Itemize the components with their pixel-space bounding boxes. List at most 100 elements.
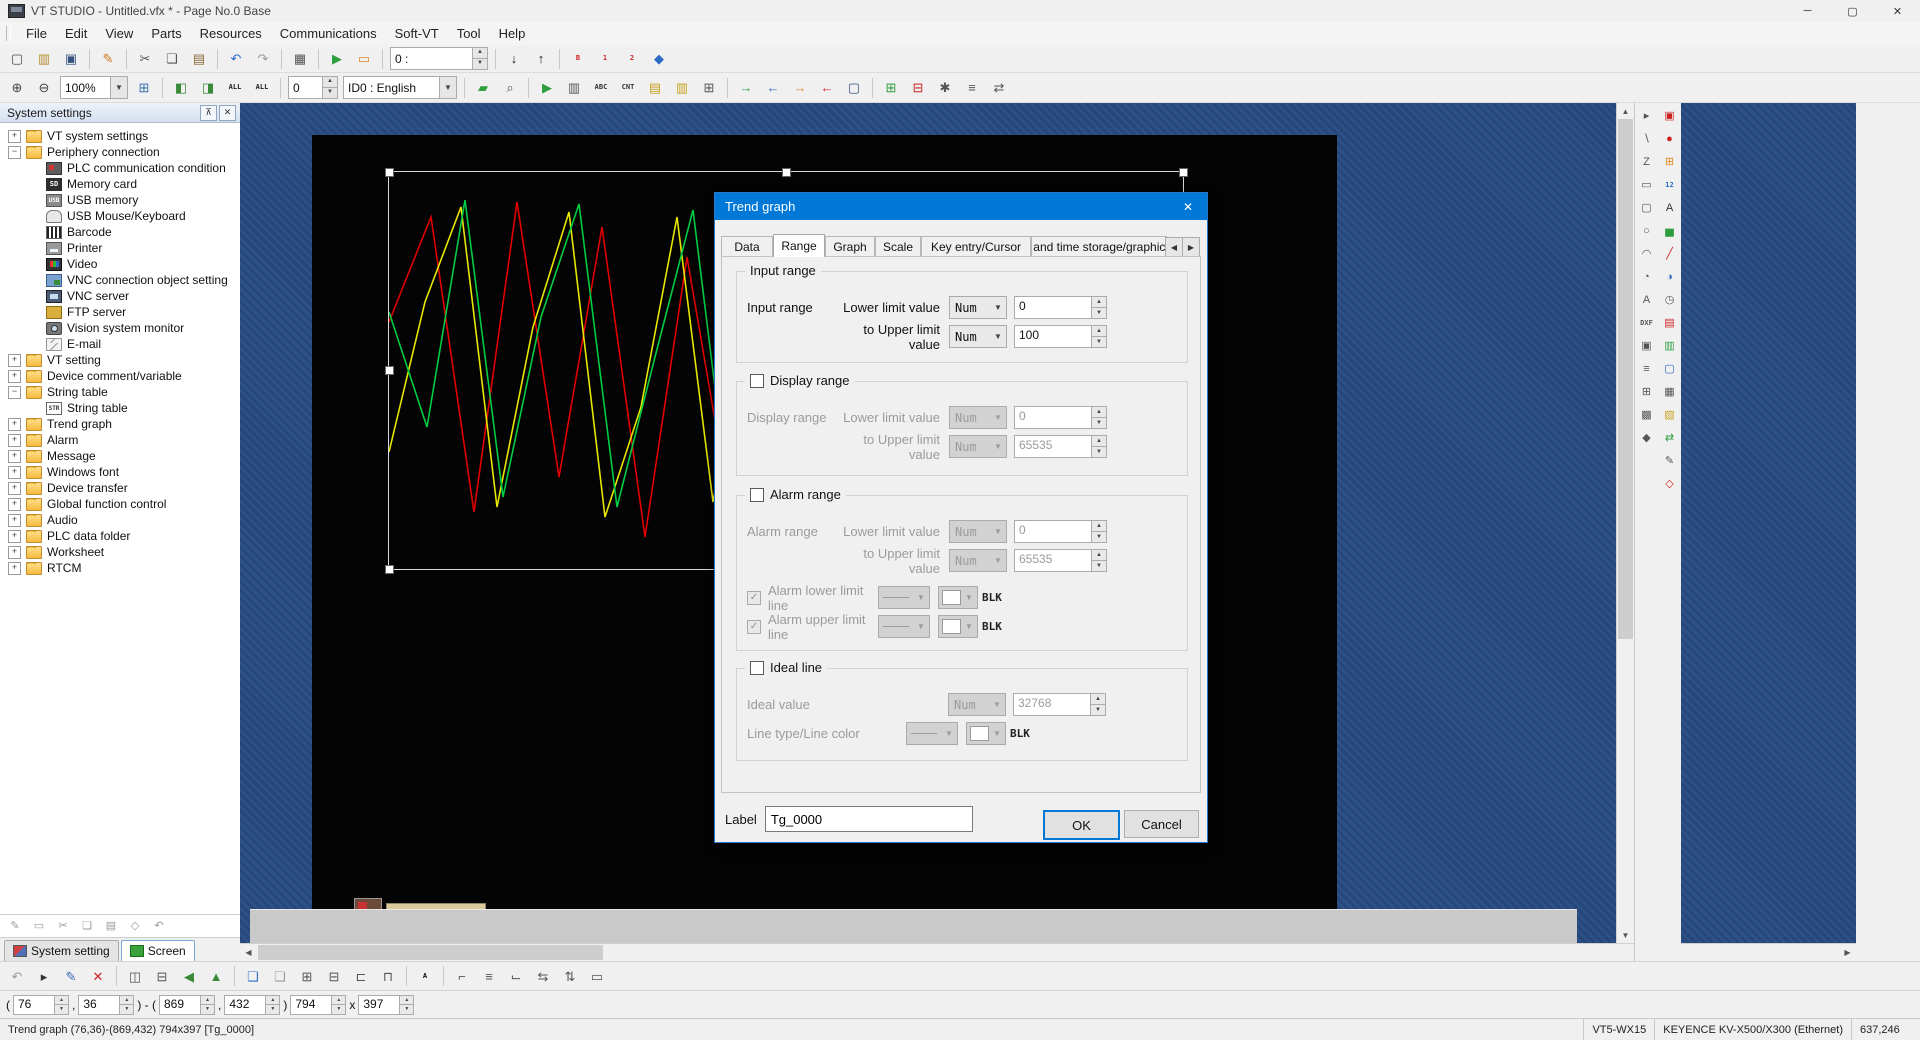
horizontal-scrollbar[interactable]: ◀ ▶ — [240, 943, 1856, 961]
vertical-scrollbar[interactable]: ▲ ▼ — [1616, 103, 1635, 943]
language-select-dropdown-icon[interactable]: ▼ — [439, 77, 456, 98]
coord-height-field[interactable]: 397▲▼ — [358, 995, 414, 1015]
maximize-button[interactable]: ▢ — [1830, 0, 1875, 22]
edit-screen-icon[interactable]: ✎ — [95, 46, 121, 71]
ideal-line-checkbox[interactable] — [750, 661, 764, 675]
input-lower-value-field[interactable]: 0▲▼ — [1014, 296, 1107, 319]
tree-item-vnc-connection-object-setting[interactable]: VNC connection object setting — [0, 272, 240, 288]
tree-item-memory-card[interactable]: Memory card — [0, 176, 240, 192]
counter-icon[interactable]: CNT — [615, 75, 641, 100]
menu-resources[interactable]: Resources — [191, 24, 271, 43]
poly-tool-icon[interactable]: ◆ — [1635, 427, 1658, 449]
tree-item-vnc-server[interactable]: VNC server — [0, 288, 240, 304]
tree-item-global-function-control[interactable]: +Global function control — [0, 496, 240, 512]
tree-expander-icon[interactable]: − — [8, 386, 21, 399]
input-lower-type-select[interactable]: Num▼ — [949, 296, 1007, 319]
panel-tool-icon-3[interactable]: ✂ — [52, 916, 74, 937]
tree-expander-icon[interactable]: + — [8, 354, 21, 367]
match-size-icon[interactable]: ▭ — [584, 964, 610, 989]
rect-tool-icon[interactable]: ▭ — [1635, 174, 1658, 196]
tree-item-plc-data-folder[interactable]: +PLC data folder — [0, 528, 240, 544]
tab-system-setting[interactable]: System setting — [4, 940, 119, 961]
tree-expander-icon[interactable]: + — [8, 466, 21, 479]
menu-view[interactable]: View — [96, 24, 142, 43]
input-upper-value-field[interactable]: 100▲▼ — [1014, 325, 1107, 348]
save-icon[interactable]: ▣ — [58, 46, 84, 71]
rounded-rect-tool-icon[interactable]: ▢ — [1635, 197, 1658, 219]
align-center-icon[interactable]: ⊓ — [375, 964, 401, 989]
fit-page-icon[interactable]: ◨ — [195, 75, 221, 100]
page-select[interactable]: 0 :▲▼ — [390, 47, 488, 70]
menu-tool[interactable]: Tool — [448, 24, 490, 43]
tree-item-alarm[interactable]: +Alarm — [0, 432, 240, 448]
tree-item-usb-memory[interactable]: USB memory — [0, 192, 240, 208]
tree-item-trend-graph[interactable]: +Trend graph — [0, 416, 240, 432]
line-tool-icon[interactable]: ∖ — [1635, 128, 1658, 150]
tree-item-video[interactable]: Video — [0, 256, 240, 272]
tree-expander-icon[interactable]: − — [8, 146, 21, 159]
box-add-icon[interactable]: ⊞ — [878, 75, 904, 100]
table-tool-icon[interactable]: ⊞ — [1635, 381, 1658, 403]
align-middle-icon[interactable]: ≡ — [476, 964, 502, 989]
menu-file[interactable]: File — [17, 24, 56, 43]
coord-x1-field[interactable]: 76▲▼ — [13, 995, 69, 1015]
selection-handle[interactable] — [385, 366, 394, 375]
zoom-level-select[interactable]: 100%▼ — [60, 76, 128, 99]
tree-item-worksheet[interactable]: +Worksheet — [0, 544, 240, 560]
flag-icon[interactable]: ▰ — [470, 75, 496, 100]
tree-expander-icon[interactable]: + — [8, 130, 21, 143]
polyline-tool-icon[interactable]: Z — [1635, 151, 1658, 173]
tree-expander-icon[interactable]: + — [8, 370, 21, 383]
distribute-v-icon[interactable]: ⇅ — [557, 964, 583, 989]
selection-handle[interactable] — [385, 168, 394, 177]
window-base-icon[interactable]: B — [565, 46, 591, 71]
bring-front-icon[interactable]: ❏ — [240, 964, 266, 989]
coord-x2-field[interactable]: 869▲▼ — [159, 995, 215, 1015]
select-mode-icon[interactable]: ▸ — [31, 964, 57, 989]
hatch-tool-icon[interactable]: ▩ — [1635, 404, 1658, 426]
align-top-icon[interactable]: ⌐ — [449, 964, 475, 989]
page-select-spinner[interactable]: ▲▼ — [472, 48, 487, 69]
zoom-out-icon[interactable]: ⊖ — [31, 75, 57, 100]
tree-item-device-comment-variable[interactable]: +Device comment/variable — [0, 368, 240, 384]
transfer-usb-icon[interactable]: → — [787, 75, 813, 100]
transfer-from-vt-icon[interactable]: ← — [760, 75, 786, 100]
tree-item-message[interactable]: +Message — [0, 448, 240, 464]
dialog-tab-key-entry-cursor[interactable]: Key entry/Cursor — [921, 236, 1031, 257]
window-part-icon[interactable]: ▢ — [1658, 358, 1681, 380]
window-2-icon[interactable]: 2 — [619, 46, 645, 71]
text-part-icon[interactable]: A — [1658, 197, 1681, 219]
tree-item-vt-system-settings[interactable]: +VT system settings — [0, 128, 240, 144]
tree-item-barcode[interactable]: Barcode — [0, 224, 240, 240]
paste-icon[interactable]: ▤ — [186, 46, 212, 71]
tree-item-usb-mouse-keyboard[interactable]: USB Mouse/Keyboard — [0, 208, 240, 224]
tree-expander-icon[interactable]: + — [8, 498, 21, 511]
tree-item-device-transfer[interactable]: +Device transfer — [0, 480, 240, 496]
meter-part-icon[interactable]: ◑ — [1658, 266, 1681, 288]
scroll-left-icon[interactable]: ◀ — [240, 944, 257, 961]
tree-item-audio[interactable]: +Audio — [0, 512, 240, 528]
ellipse-tool-icon[interactable]: ○ — [1635, 220, 1658, 242]
panel-tool-icon-4[interactable]: ❏ — [76, 916, 98, 937]
rotate-left-icon[interactable]: ◀ — [176, 964, 202, 989]
panel-close-icon[interactable]: ✕ — [219, 105, 236, 121]
dialog-tab-graph[interactable]: Graph — [825, 236, 875, 257]
swap-icon[interactable]: ⇄ — [986, 75, 1012, 100]
tab-scroll-right-icon[interactable]: ▶ — [1182, 237, 1200, 257]
open-project-icon[interactable]: ▥ — [31, 46, 57, 71]
delete-object-icon[interactable]: ✕ — [85, 964, 111, 989]
menu-softvt[interactable]: Soft-VT — [386, 24, 448, 43]
selection-handle[interactable] — [782, 168, 791, 177]
tree-item-ftp-server[interactable]: FTP server — [0, 304, 240, 320]
device-id-spin-spinner[interactable]: ▲▼ — [322, 77, 337, 98]
dialog-tab-date-and-time-storage-graphic-displ[interactable]: Date and time storage/graphic displ — [1031, 236, 1167, 257]
tab-scroll-left-icon[interactable]: ◀ — [1165, 237, 1183, 257]
print-icon[interactable]: ▦ — [287, 46, 313, 71]
transfer-to-vt-icon[interactable]: → — [733, 75, 759, 100]
copy-icon[interactable]: ❏ — [159, 46, 185, 71]
selection-handle[interactable] — [1179, 168, 1188, 177]
menu-communications[interactable]: Communications — [271, 24, 386, 43]
language-select[interactable]: ID0 : English▼ — [343, 76, 457, 99]
redo-icon[interactable]: ↷ — [250, 46, 276, 71]
grid-icon[interactable]: ⊞ — [131, 75, 157, 100]
